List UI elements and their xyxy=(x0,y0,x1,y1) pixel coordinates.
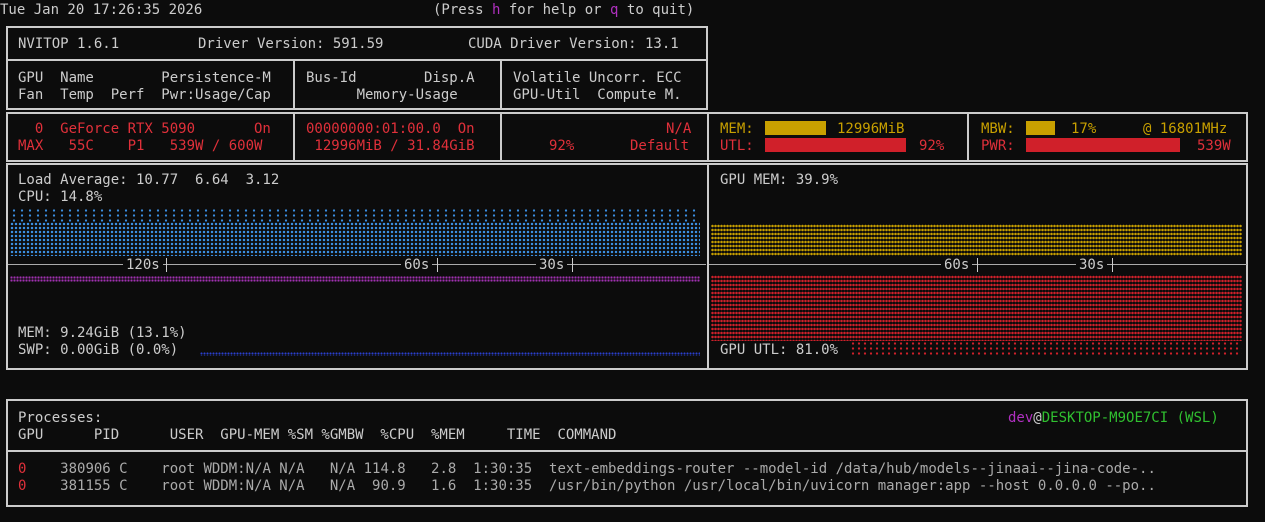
gpu-bus-id: 00000000:01:00.0 On xyxy=(306,121,475,137)
table-row[interactable]: 0 381155 C root WDDM:N/A N/A N/A 90.9 1.… xyxy=(18,478,1156,495)
col-header-2a: Bus-Id Disp.A xyxy=(306,70,475,86)
user-host: dev@DESKTOP-M9OE7CI (WSL) xyxy=(1008,410,1219,427)
processes-title: Processes: xyxy=(18,410,103,426)
help-mid: for help or xyxy=(500,2,611,18)
time-tick-mark-30s-left xyxy=(572,258,573,272)
cpu-graph-sparse xyxy=(10,208,700,222)
process-details: 380906 C root WDDM:N/A N/A N/A 114.8 2.8… xyxy=(60,461,1156,477)
mem-label: MEM: xyxy=(720,121,754,137)
utl-label: UTL: xyxy=(720,138,754,154)
table-row[interactable]: 0 380906 C root WDDM:N/A N/A N/A 114.8 2… xyxy=(18,461,1156,478)
col-header-1b: Fan Temp Perf Pwr:Usage/Cap xyxy=(18,87,271,103)
pwr-value: 539W xyxy=(1197,138,1231,154)
help-prefix: (Press xyxy=(433,2,493,18)
col-header-3b: GPU-Util Compute M. xyxy=(513,87,682,103)
header-col-divider-1 xyxy=(293,60,295,109)
time-tick-mark-60s-right xyxy=(977,258,978,272)
mbw-label: MBW: xyxy=(981,121,1015,137)
gpu-util: 92% xyxy=(549,138,575,154)
col-header-3a: Volatile Uncorr. ECC xyxy=(513,70,682,86)
process-gap xyxy=(26,461,60,477)
help-hint: (Press h for help or q to quit) xyxy=(433,2,694,19)
utl-bar xyxy=(765,138,906,152)
gpu-col-divider-1 xyxy=(293,113,295,161)
header-divider xyxy=(7,59,707,61)
time-tick-mark-60s-left xyxy=(437,258,438,272)
driver-version: Driver Version: 591.59 xyxy=(198,36,384,52)
mem-graph xyxy=(10,276,700,282)
host-mem: MEM: 9.24GiB (13.1%) xyxy=(18,325,187,341)
platform: (WSL) xyxy=(1168,410,1219,426)
time-tick-60s-right: 60s xyxy=(941,257,973,274)
time-tick-30s-right: 30s xyxy=(1076,257,1108,274)
help-suffix: to quit) xyxy=(618,2,695,18)
process-gap xyxy=(26,478,60,494)
mem-bar xyxy=(765,121,826,135)
pwr-label: PWR: xyxy=(981,138,1015,154)
graphs-divider xyxy=(707,164,709,369)
process-details: 381155 C root WDDM:N/A N/A N/A 90.9 1.6 … xyxy=(60,478,1156,494)
gpu-util-percent: GPU UTL: 81.0% xyxy=(720,342,843,359)
gpu-ecc: N/A xyxy=(666,121,692,137)
time-tick-mark-120s xyxy=(166,258,167,272)
host-name: DESKTOP-M9OE7CI xyxy=(1041,410,1169,426)
gpu-mem-graph xyxy=(711,224,1242,256)
nvitop-version: NVITOP 1.6.1 xyxy=(18,36,120,52)
process-table-header: GPU PID USER GPU-MEM %SM %GMBW %CPU %MEM… xyxy=(18,427,617,443)
mbw-clock: @ 16801MHz xyxy=(1143,121,1228,137)
col-header-1a: GPU Name Persistence-M xyxy=(18,70,271,86)
gpu-util-graph-tail xyxy=(850,341,1242,355)
cpu-percent: CPU: 14.8% xyxy=(18,189,103,205)
at-sign: @ xyxy=(1033,410,1042,426)
gpu-util-graph xyxy=(711,275,1242,341)
col-header-2b: Memory-Usage xyxy=(306,87,458,103)
time-tick-30s-left: 30s xyxy=(536,257,568,274)
pwr-bar xyxy=(1026,138,1180,152)
header-col-divider-2 xyxy=(500,60,502,109)
time-axis-right xyxy=(709,264,1247,265)
gpu-col-divider-2 xyxy=(500,113,502,161)
datetime: Tue Jan 20 17:26:35 2026 xyxy=(0,2,203,18)
time-axis-left xyxy=(8,264,706,265)
gpu-col-divider-3 xyxy=(707,113,709,161)
time-tick-60s-left: 60s xyxy=(401,257,433,274)
gpu-col-divider-4 xyxy=(967,113,969,161)
gpu-memory-usage: 12996MiB / 31.84GiB xyxy=(306,138,475,154)
gpu-mem-percent: GPU MEM: 39.9% xyxy=(720,172,839,188)
mbw-value: 17% xyxy=(1071,121,1097,137)
processes-divider xyxy=(7,450,1247,452)
gpu-compute-mode: Default xyxy=(630,138,690,154)
time-tick-120s: 120s xyxy=(123,257,163,274)
gpu-name-row[interactable]: 0 GeForce RTX 5090 On xyxy=(18,121,271,138)
mbw-bar xyxy=(1026,121,1055,135)
swp-graph xyxy=(200,352,700,356)
mem-value: 12996MiB xyxy=(837,121,905,137)
cpu-graph xyxy=(10,222,700,256)
time-tick-mark-30s-right xyxy=(1112,258,1113,272)
cuda-version: CUDA Driver Version: 13.1 xyxy=(468,36,679,52)
host-swp: SWP: 0.00GiB (0.0%) xyxy=(18,342,179,358)
load-average: Load Average: 10.77 6.64 3.12 xyxy=(18,172,280,188)
user-name: dev xyxy=(1008,410,1034,426)
utl-value: 92% xyxy=(919,138,945,154)
gpu-fan-power-row: MAX 55C P1 539W / 600W xyxy=(18,138,263,154)
